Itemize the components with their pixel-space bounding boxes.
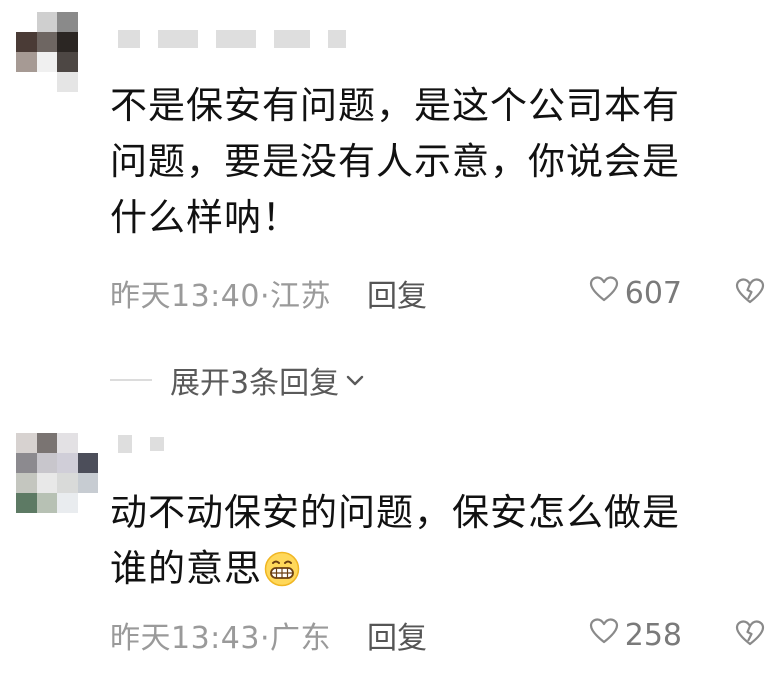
username-blurred[interactable] bbox=[118, 26, 346, 52]
avatar-pixel bbox=[16, 52, 37, 72]
avatar-pixel bbox=[77, 493, 98, 513]
like-count: 258 bbox=[624, 617, 682, 653]
like-count: 607 bbox=[624, 275, 682, 311]
comment-list: 不是保安有问题，是这个公司本有 问题，要是没有人示意，你说会是 什么样呐！ 昨天… bbox=[0, 0, 782, 680]
avatar-pixel bbox=[36, 453, 57, 473]
avatar-pixel bbox=[36, 433, 57, 453]
like-button[interactable]: 258 bbox=[589, 615, 682, 655]
avatar-pixel bbox=[16, 493, 37, 513]
chevron-down-icon bbox=[345, 373, 365, 387]
avatar-pixel bbox=[16, 453, 37, 473]
comment-time-location: 昨天13:43·广东 bbox=[110, 621, 331, 656]
avatar-pixel bbox=[16, 433, 37, 453]
avatar-pixel bbox=[36, 493, 57, 513]
avatar[interactable] bbox=[16, 12, 98, 92]
avatar-pixel bbox=[36, 473, 57, 493]
avatar-pixel bbox=[16, 72, 37, 92]
avatar-pixel bbox=[36, 52, 57, 72]
avatar-pixel bbox=[57, 32, 78, 52]
avatar[interactable] bbox=[16, 433, 98, 513]
expand-replies-button[interactable]: 展开3条回复 bbox=[110, 358, 365, 402]
avatar-pixel bbox=[16, 12, 37, 32]
avatar-pixel bbox=[36, 32, 57, 52]
avatar-pixel bbox=[57, 493, 78, 513]
broken-heart-icon bbox=[735, 619, 765, 651]
comment-text: 动不动保安的问题，保安怎么做是 谁的意思 bbox=[110, 485, 770, 603]
broken-heart-icon bbox=[735, 277, 765, 309]
avatar-pixel bbox=[57, 433, 78, 453]
avatar-pixel bbox=[77, 32, 98, 52]
reply-button[interactable]: 回复 bbox=[367, 271, 427, 315]
heart-outline-icon bbox=[589, 617, 619, 653]
avatar-pixel bbox=[77, 12, 98, 32]
divider-line bbox=[110, 379, 152, 381]
avatar-pixel bbox=[57, 453, 78, 473]
comment-item: 动不动保安的问题，保安怎么做是 谁的意思 昨天13:43·广东 回复 258 bbox=[0, 415, 782, 680]
avatar-pixel bbox=[57, 12, 78, 32]
avatar-pixel bbox=[57, 72, 78, 92]
avatar-pixel bbox=[77, 453, 98, 473]
username-blurred[interactable] bbox=[118, 431, 164, 457]
like-button[interactable]: 607 bbox=[589, 273, 682, 313]
dislike-button[interactable] bbox=[732, 273, 768, 313]
comment-item: 不是保安有问题，是这个公司本有 问题，要是没有人示意，你说会是 什么样呐！ 昨天… bbox=[0, 0, 782, 345]
avatar-pixel bbox=[77, 52, 98, 72]
avatar-pixel bbox=[36, 12, 57, 32]
avatar-pixel bbox=[77, 433, 98, 453]
avatar-pixel bbox=[77, 72, 98, 92]
avatar-pixel bbox=[57, 473, 78, 493]
avatar-pixel bbox=[57, 52, 78, 72]
avatar-pixel bbox=[36, 72, 57, 92]
comment-text: 不是保安有问题，是这个公司本有 问题，要是没有人示意，你说会是 什么样呐！ bbox=[110, 84, 680, 239]
grin-emoji bbox=[264, 547, 300, 603]
comment-time-location: 昨天13:40·江苏 bbox=[110, 279, 331, 314]
avatar-pixel bbox=[16, 32, 37, 52]
heart-outline-icon bbox=[589, 275, 619, 311]
avatar-pixel bbox=[16, 473, 37, 493]
avatar-pixel bbox=[77, 473, 98, 493]
expand-replies-label: 展开3条回复 bbox=[170, 366, 340, 401]
reply-button[interactable]: 回复 bbox=[367, 613, 427, 657]
dislike-button[interactable] bbox=[732, 615, 768, 655]
